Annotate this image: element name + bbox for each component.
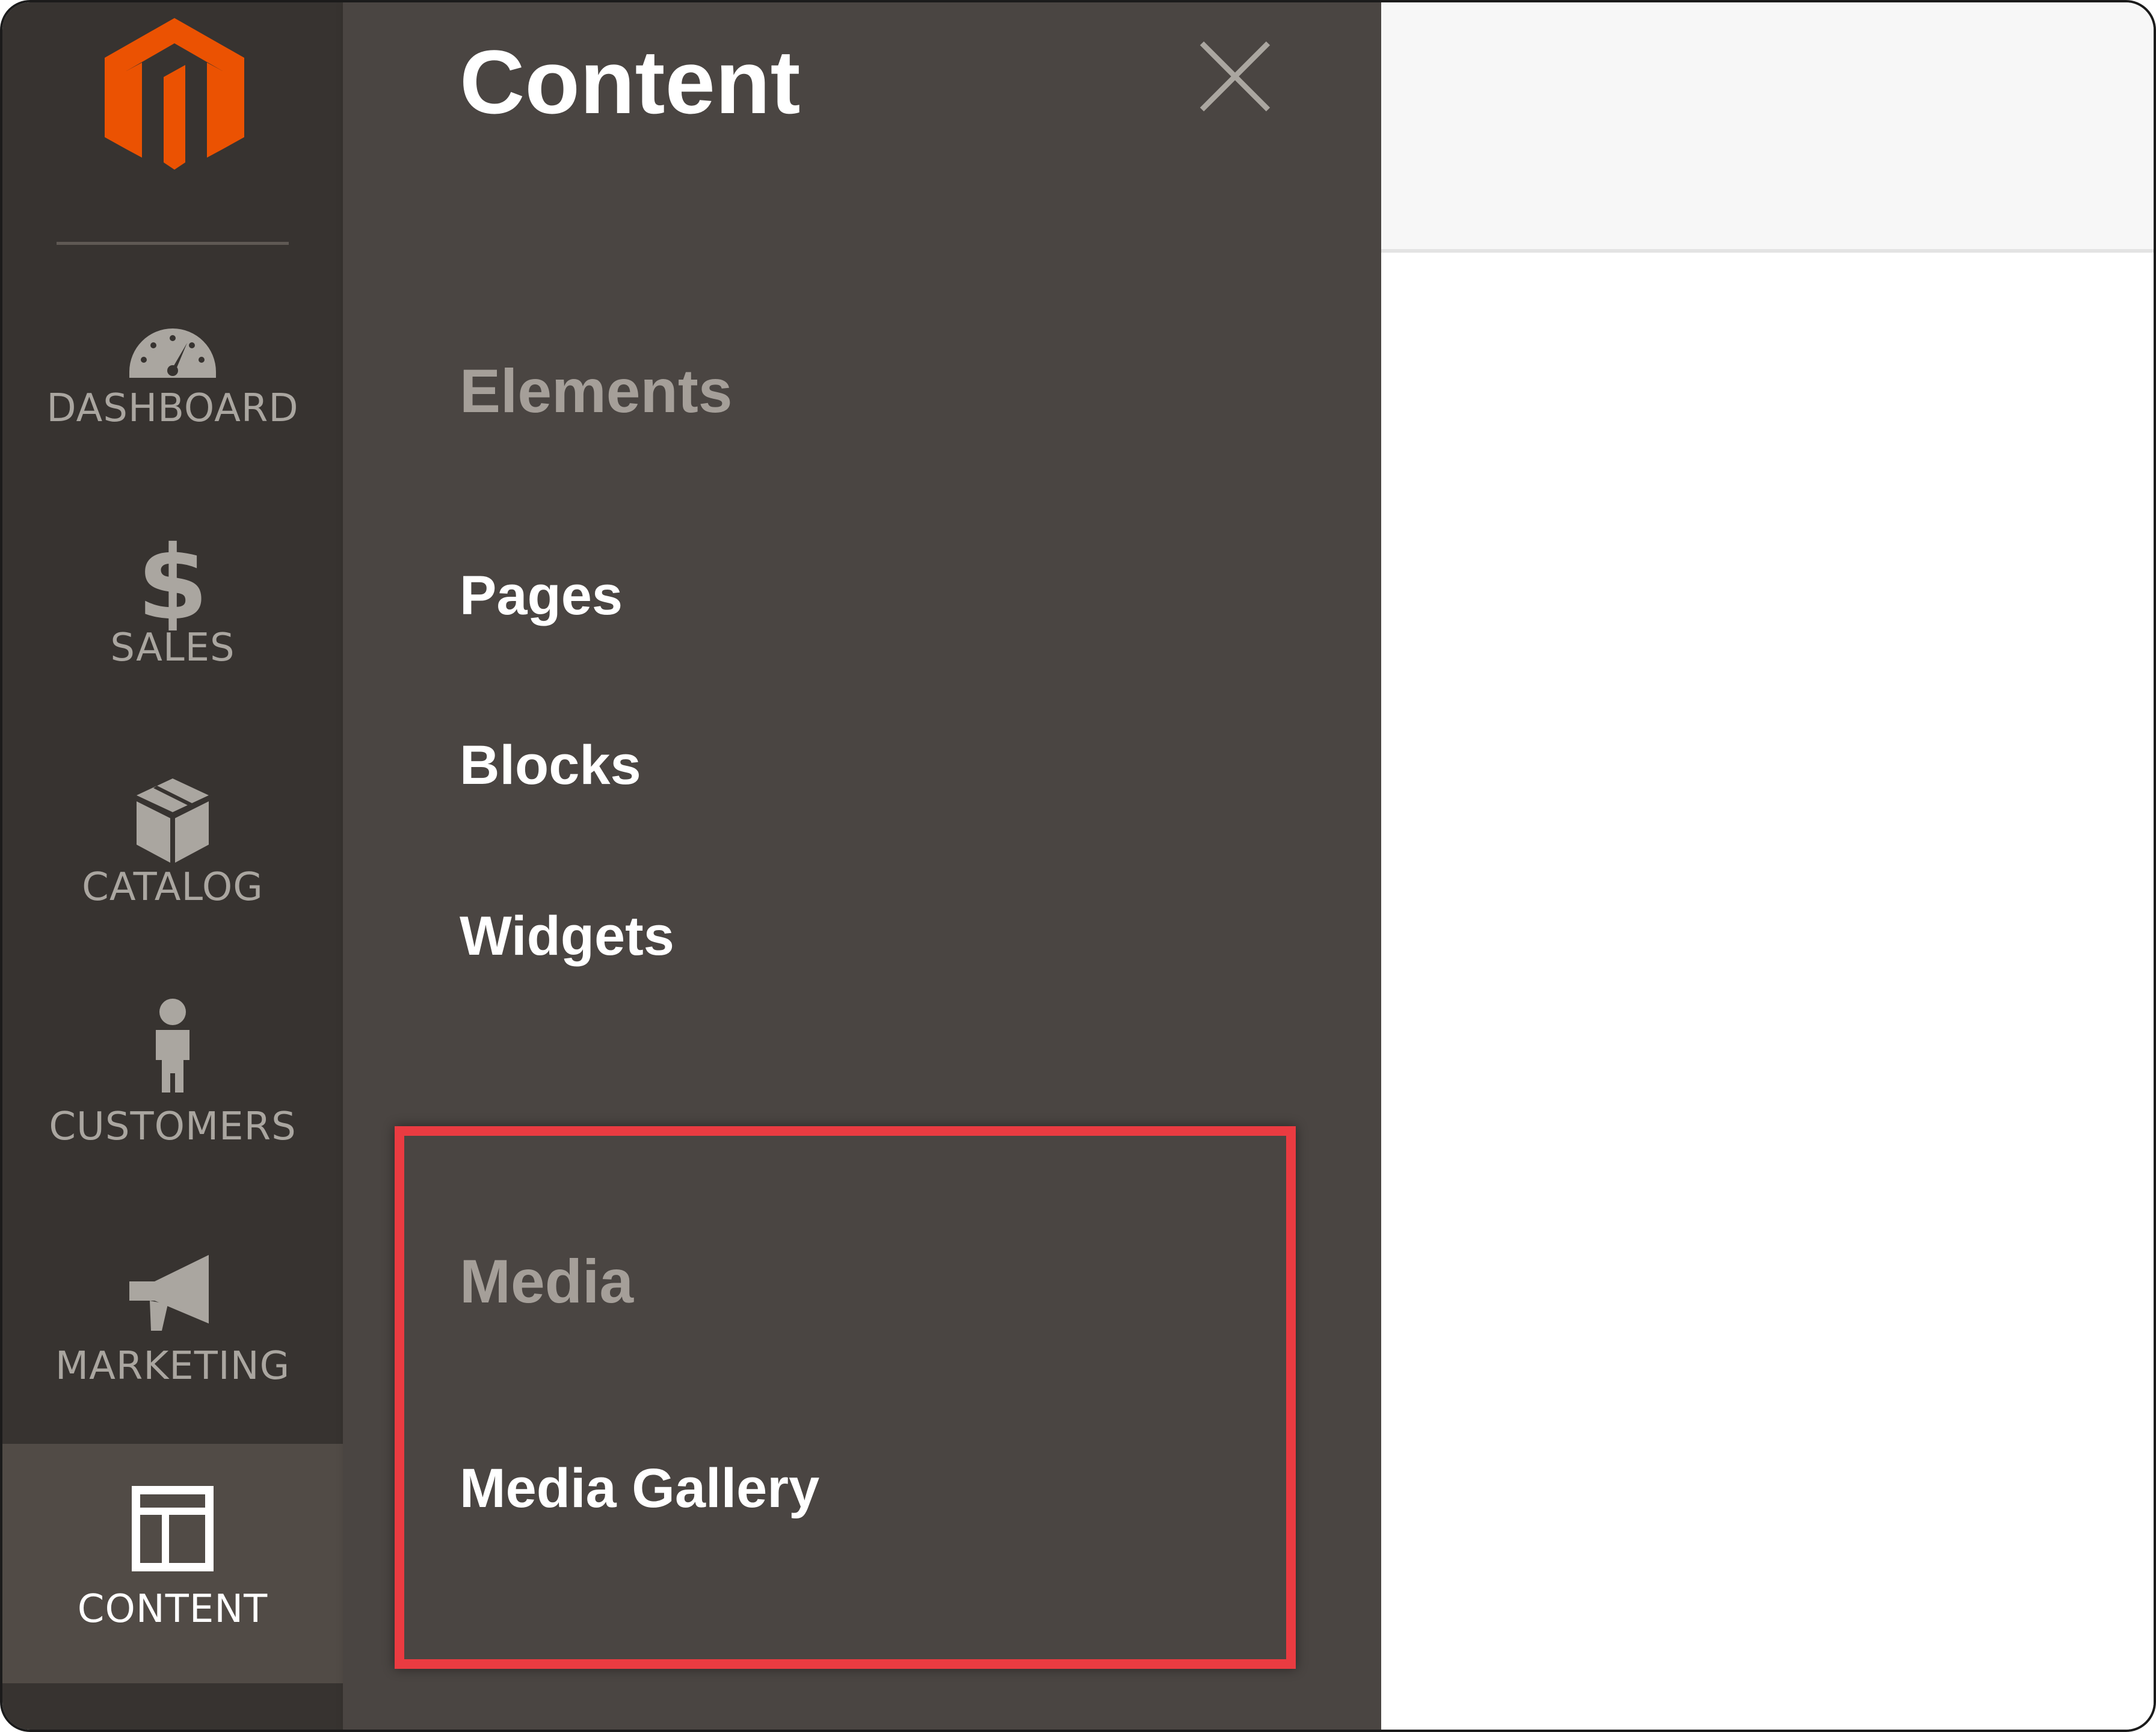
megaphone-icon bbox=[112, 1247, 233, 1349]
nav-label-customers: CUSTOMERS bbox=[49, 1105, 297, 1149]
close-icon[interactable] bbox=[1197, 39, 1273, 114]
person-icon bbox=[112, 995, 233, 1097]
menu-link-pages[interactable]: Pages bbox=[460, 564, 623, 627]
page-header bbox=[1381, 2, 2154, 253]
nav-item-marketing[interactable]: MARKETING bbox=[2, 1204, 343, 1444]
page-main bbox=[1381, 253, 2154, 1730]
section-title-elements: Elements bbox=[460, 357, 733, 425]
nav-label-sales: SALES bbox=[110, 626, 235, 670]
admin-sidebar: DASHBOARD $ SALES CATALOG CUSTOMERS MARK… bbox=[2, 2, 343, 1730]
nav-item-customers[interactable]: CUSTOMERS bbox=[2, 965, 343, 1204]
nav-item-content[interactable]: CONTENT bbox=[2, 1444, 343, 1683]
highlight-box bbox=[395, 1126, 1296, 1669]
submenu-title: Content bbox=[460, 31, 801, 132]
nav-label-marketing: MARKETING bbox=[55, 1344, 291, 1388]
nav-label-dashboard: DASHBOARD bbox=[46, 386, 299, 431]
nav-item-dashboard[interactable]: DASHBOARD bbox=[2, 247, 343, 486]
section-title-media: Media bbox=[460, 1247, 634, 1316]
menu-link-media-gallery[interactable]: Media Gallery bbox=[460, 1457, 819, 1520]
nav-label-content: CONTENT bbox=[77, 1587, 268, 1632]
layout-icon bbox=[112, 1481, 233, 1583]
nav-divider bbox=[57, 242, 289, 245]
nav-item-catalog[interactable]: CATALOG bbox=[2, 726, 343, 965]
box-icon bbox=[112, 768, 233, 870]
nav-item-sales[interactable]: $ SALES bbox=[2, 486, 343, 726]
dollar-icon: $ bbox=[112, 528, 233, 630]
app-window: DASHBOARD $ SALES CATALOG CUSTOMERS MARK… bbox=[0, 0, 2156, 1732]
content-submenu-panel: Content Elements Pages Blocks Widgets Me… bbox=[343, 2, 1381, 1730]
menu-link-blocks[interactable]: Blocks bbox=[460, 734, 641, 797]
menu-link-widgets[interactable]: Widgets bbox=[460, 905, 674, 968]
nav-label-catalog: CATALOG bbox=[82, 865, 263, 910]
magento-logo[interactable] bbox=[105, 18, 244, 176]
svg-text:$: $ bbox=[137, 528, 208, 630]
